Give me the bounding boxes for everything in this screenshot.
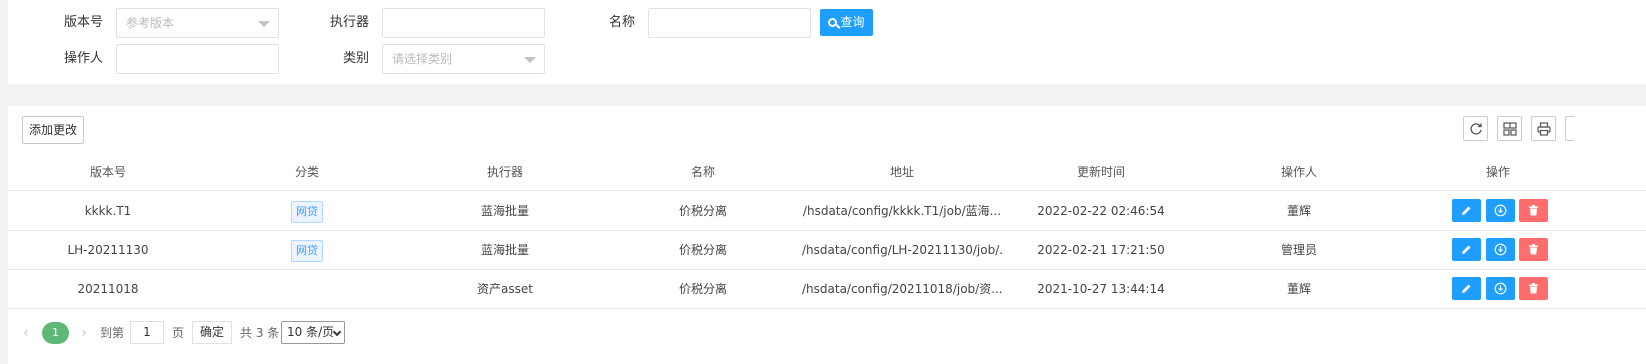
search-panel: 版本号 参考版本 执行器 名称 查询 操作人 类别 请选择类别 bbox=[8, 0, 1646, 84]
category-select[interactable]: 请选择类别 bbox=[382, 44, 545, 74]
cell-category: 网贷 bbox=[208, 231, 406, 269]
cell-name: 价税分离 bbox=[678, 204, 727, 218]
cell-updated: 2022-02-22 02:46:54 bbox=[1037, 204, 1165, 218]
edit-button[interactable] bbox=[1452, 238, 1481, 261]
cell-version: LH-20211130 bbox=[67, 243, 149, 257]
cell-operator: 董辉 bbox=[1286, 282, 1311, 296]
delete-button[interactable] bbox=[1519, 277, 1548, 300]
edit-button[interactable] bbox=[1452, 277, 1481, 300]
goto-label: 到第 bbox=[100, 326, 125, 340]
cell-executor: 蓝海批量 bbox=[480, 243, 529, 257]
cell-category: 网贷 bbox=[208, 192, 406, 230]
chevron-down-icon bbox=[258, 21, 270, 27]
current-page[interactable]: 1 bbox=[42, 322, 69, 344]
columns-button[interactable] bbox=[1497, 116, 1522, 141]
print-button[interactable] bbox=[1531, 116, 1556, 141]
table-row: kkkk.T1 网贷 蓝海批量 价税分离 /hsdata/config/kkkk… bbox=[8, 192, 1646, 231]
category-tag: 网贷 bbox=[291, 239, 323, 262]
cell-executor: 蓝海批量 bbox=[480, 204, 529, 218]
column-header: 操作人 bbox=[1280, 165, 1317, 179]
version-placeholder: 参考版本 bbox=[126, 16, 175, 30]
download-button[interactable] bbox=[1486, 238, 1515, 261]
download-icon bbox=[1494, 204, 1507, 217]
cell-address: /hsdata/config/20211018/job/资... bbox=[802, 282, 1002, 296]
columns-icon bbox=[1503, 122, 1517, 136]
cell-updated: 2021-10-27 13:44:14 bbox=[1037, 282, 1165, 296]
chevron-down-icon bbox=[524, 57, 536, 63]
cell-version: kkkk.T1 bbox=[84, 204, 132, 218]
column-header: 更新时间 bbox=[1076, 165, 1125, 179]
delete-button[interactable] bbox=[1519, 238, 1548, 261]
add-change-button[interactable]: 添加更改 bbox=[22, 116, 84, 144]
version-label: 版本号 bbox=[63, 15, 103, 30]
goto-page-input[interactable]: 1 bbox=[130, 321, 164, 344]
download-button[interactable] bbox=[1486, 277, 1515, 300]
column-header: 版本号 bbox=[89, 165, 126, 179]
query-button[interactable]: 查询 bbox=[820, 9, 873, 36]
search-icon bbox=[828, 18, 838, 27]
prev-page-icon[interactable]: ‹ bbox=[16, 323, 36, 343]
column-header: 执行器 bbox=[486, 165, 523, 179]
delete-button[interactable] bbox=[1519, 199, 1548, 222]
cell-operator: 管理员 bbox=[1280, 243, 1317, 257]
table-header: 版本号 分类 执行器 名称 地址 更新时间 操作人 操作 bbox=[8, 154, 1646, 191]
refresh-icon bbox=[1470, 123, 1482, 135]
category-tag: 网贷 bbox=[291, 200, 323, 223]
pagination: ‹ 1 › 到第 1 页 确定 共 3 条 10 条/页 bbox=[8, 311, 1646, 351]
cell-version: 20211018 bbox=[77, 282, 139, 296]
table-row: LH-20211130 网贷 蓝海批量 价税分离 /hsdata/config/… bbox=[8, 231, 1646, 270]
trash-icon bbox=[1529, 283, 1538, 294]
cell-executor: 资产asset bbox=[477, 282, 533, 296]
category-label: 类别 bbox=[342, 51, 369, 66]
download-icon bbox=[1494, 282, 1507, 295]
cell-address: /hsdata/config/kkkk.T1/job/蓝海... bbox=[802, 204, 1002, 218]
cell-name: 价税分离 bbox=[678, 282, 727, 296]
download-button[interactable] bbox=[1486, 199, 1515, 222]
column-header: 地址 bbox=[889, 165, 914, 179]
cell-updated: 2022-02-21 17:21:50 bbox=[1037, 243, 1165, 257]
refresh-button[interactable] bbox=[1463, 116, 1488, 141]
goto-confirm-button[interactable]: 确定 bbox=[192, 321, 232, 344]
cell-category bbox=[208, 270, 406, 308]
column-header: 名称 bbox=[690, 165, 715, 179]
page-size-value: 10 条/页 bbox=[287, 325, 335, 339]
query-button-label: 查询 bbox=[840, 15, 865, 29]
cell-operator: 董辉 bbox=[1286, 204, 1311, 218]
name-input[interactable] bbox=[648, 8, 811, 38]
page-suffix: 页 bbox=[172, 326, 185, 340]
pencil-icon bbox=[1462, 206, 1471, 215]
export-button[interactable] bbox=[1565, 116, 1575, 141]
cell-address: /hsdata/config/LH-20211130/job/... bbox=[802, 243, 1002, 257]
edit-button[interactable] bbox=[1452, 199, 1481, 222]
table-panel: 添加更改 版本号 分类 执行器 名称 地址 更新时间 操作人 操作 kkkk.T… bbox=[8, 106, 1646, 364]
pencil-icon bbox=[1462, 284, 1471, 293]
print-icon bbox=[1537, 122, 1551, 136]
total-count: 共 3 条 bbox=[240, 326, 280, 340]
executor-label: 执行器 bbox=[329, 15, 369, 30]
operator-input[interactable] bbox=[116, 44, 279, 74]
trash-icon bbox=[1529, 205, 1538, 216]
pencil-icon bbox=[1462, 245, 1471, 254]
page-size-select[interactable]: 10 条/页 bbox=[281, 321, 345, 344]
download-icon bbox=[1494, 243, 1507, 256]
operator-label: 操作人 bbox=[63, 51, 103, 66]
table-row: 20211018 资产asset 价税分离 /hsdata/config/202… bbox=[8, 270, 1646, 309]
column-header: 操作 bbox=[1485, 165, 1510, 179]
executor-input[interactable] bbox=[382, 8, 545, 38]
category-placeholder: 请选择类别 bbox=[392, 52, 453, 66]
next-page-icon[interactable]: › bbox=[74, 323, 94, 343]
version-select[interactable]: 参考版本 bbox=[116, 8, 279, 38]
cell-name: 价税分离 bbox=[678, 243, 727, 257]
column-header: 分类 bbox=[294, 165, 319, 179]
trash-icon bbox=[1529, 244, 1538, 255]
name-label: 名称 bbox=[608, 15, 635, 30]
